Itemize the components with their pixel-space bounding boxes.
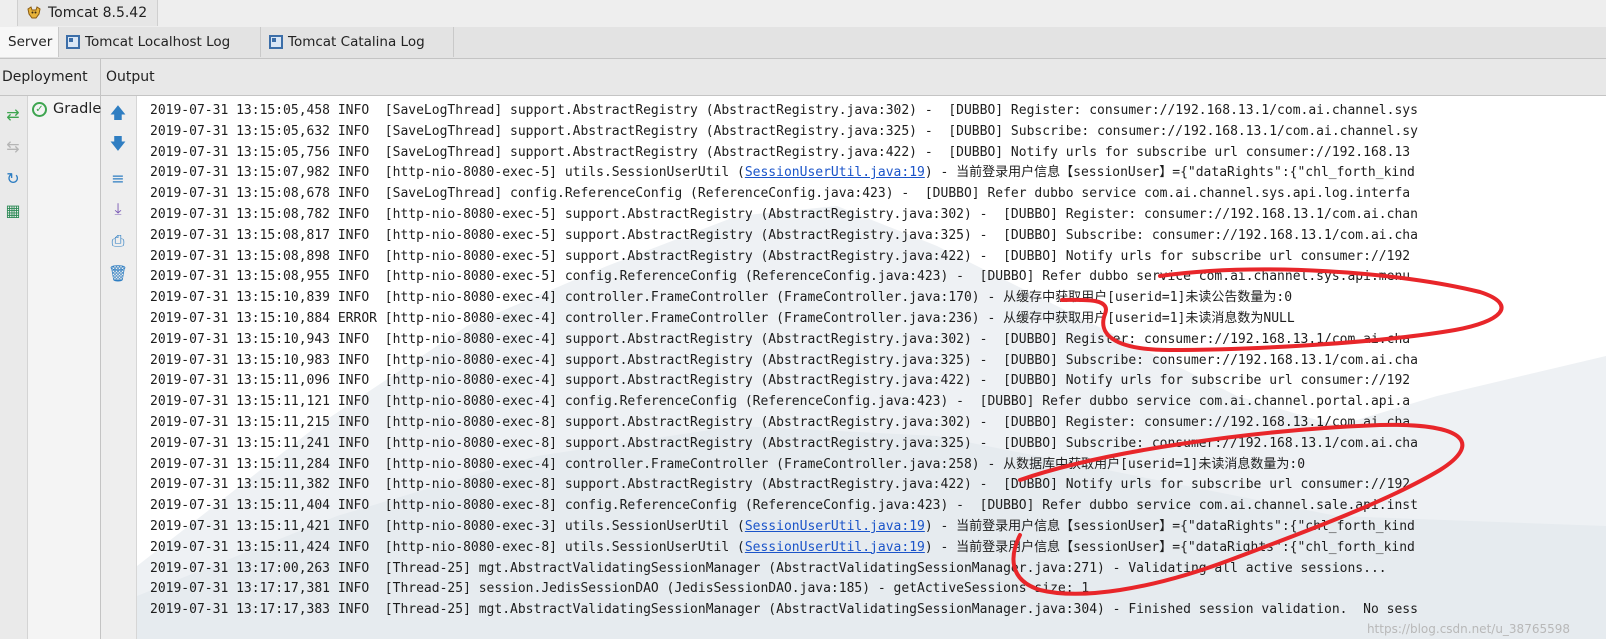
console-output[interactable]: 2019-07-31 13:15:05,458 INFO [SaveLogThr…	[137, 96, 1606, 639]
log-line: 2019-07-31 13:15:11,241 INFO [http-nio-8…	[150, 434, 1418, 454]
log-line: 2019-07-31 13:15:11,121 INFO [http-nio-8…	[150, 392, 1410, 412]
log-text: 2019-07-31 13:15:11,096 INFO [http-nio-8…	[150, 373, 1411, 389]
source-link[interactable]: SessionUserUtil.java:19	[745, 165, 925, 180]
log-line: 2019-07-31 13:15:11,421 INFO [http-nio-8…	[150, 517, 1415, 537]
log-line: 2019-07-31 13:15:11,382 INFO [http-nio-8…	[150, 475, 1410, 495]
log-line: 2019-07-31 13:15:05,756 INFO [SaveLogThr…	[150, 143, 1410, 163]
log-text: 2019-07-31 13:15:11,241 INFO [http-nio-8…	[150, 435, 1418, 451]
log-text: 2019-07-31 13:15:05,632 INFO [SaveLogThr…	[150, 123, 1418, 139]
log-line: 2019-07-31 13:15:08,678 INFO [SaveLogThr…	[150, 184, 1410, 204]
log-text: 2019-07-31 13:15:10,943 INFO [http-nio-8…	[150, 331, 1411, 347]
log-line: 2019-07-31 13:15:10,884 ERROR [http-nio-…	[150, 309, 1295, 329]
log-text: 2019-07-31 13:15:11,404 INFO [http-nio-8…	[150, 498, 1418, 514]
tab-localhost-log-label: Tomcat Localhost Log	[85, 34, 231, 50]
deployment-header-label: Deployment	[2, 69, 88, 85]
log-text: 2019-07-31 13:17:00,263 INFO [Thread-25]…	[150, 560, 1387, 576]
source-link[interactable]: SessionUserUtil.java:19	[745, 540, 925, 555]
log-text: 2019-07-31 13:15:10,884 ERROR [http-nio-…	[150, 311, 1295, 326]
log-line: 2019-07-31 13:15:10,839 INFO [http-nio-8…	[150, 288, 1292, 308]
undeploy-icon[interactable]: ⇆	[3, 136, 23, 156]
log-line: 2019-07-31 13:17:00,263 INFO [Thread-25]…	[150, 559, 1387, 579]
log-line: 2019-07-31 13:15:08,782 INFO [http-nio-8…	[150, 205, 1418, 225]
log-line: 2019-07-31 13:15:10,983 INFO [http-nio-8…	[150, 351, 1418, 371]
log-text: 2019-07-31 13:17:17,381 INFO [Thread-25]…	[150, 581, 1090, 597]
deployment-toolbar: ⇄ ⇆ ↻ ▦	[0, 96, 28, 639]
log-text: 2019-07-31 13:15:11,382 INFO [http-nio-8…	[150, 477, 1411, 493]
soft-wrap-icon[interactable]: ≡	[108, 168, 128, 188]
log-icon	[269, 35, 283, 49]
log-text: 2019-07-31 13:15:08,955 INFO [http-nio-8…	[150, 269, 1411, 285]
log-text: 2019-07-31 13:15:10,983 INFO [http-nio-8…	[150, 352, 1418, 368]
output-toolbar: 🡅 🡇 ≡ ⤓ ⎙ 🗑	[101, 96, 137, 639]
output-header-label: Output	[106, 69, 155, 85]
tab-tomcat-localhost-log[interactable]: Tomcat Localhost Log	[58, 27, 261, 57]
log-line: 2019-07-31 13:15:07,982 INFO [http-nio-8…	[150, 163, 1415, 183]
log-line: 2019-07-31 13:15:11,096 INFO [http-nio-8…	[150, 371, 1410, 391]
log-icon	[66, 35, 80, 49]
log-text: 2019-07-31 13:15:08,678 INFO [SaveLogThr…	[150, 186, 1411, 202]
log-text: ) - 当前登录用户信息【sessionUser】={"dataRights":…	[924, 519, 1415, 534]
check-icon: ✓	[32, 101, 47, 117]
log-text: 2019-07-31 13:17:17,383 INFO [Thread-25]…	[150, 602, 1418, 618]
log-text: 2019-07-31 13:15:11,284 INFO [http-nio-8…	[150, 456, 1306, 472]
log-text: 2019-07-31 13:15:08,782 INFO [http-nio-8…	[150, 207, 1418, 222]
log-line: 2019-07-31 13:15:08,898 INFO [http-nio-8…	[150, 247, 1410, 267]
deployment-header: Deployment	[0, 59, 101, 96]
tab-server-label: Server	[8, 34, 53, 50]
tomcat-icon	[27, 6, 41, 19]
deployment-pane: ⇄ ⇆ ↻ ▦ ✓ Gradle	[0, 96, 101, 639]
log-text: 2019-07-31 13:15:07,982 INFO [http-nio-8…	[150, 165, 745, 181]
run-tool-window-bar: Tomcat 8.5.42	[0, 0, 1606, 28]
log-line: 2019-07-31 13:15:10,943 INFO [http-nio-8…	[150, 330, 1410, 350]
tab-catalina-log-label: Tomcat Catalina Log	[288, 34, 425, 50]
run-tab-label: Tomcat 8.5.42	[48, 5, 148, 21]
tab-server[interactable]: Server	[0, 27, 59, 57]
log-text: 2019-07-31 13:15:08,898 INFO [http-nio-8…	[150, 248, 1411, 264]
log-line: 2019-07-31 13:15:08,955 INFO [http-nio-8…	[150, 267, 1410, 287]
log-line: 2019-07-31 13:15:11,284 INFO [http-nio-8…	[150, 455, 1305, 475]
log-line: 2019-07-31 13:15:11,404 INFO [http-nio-8…	[150, 496, 1418, 516]
deploy-all-icon[interactable]: ⇄	[3, 104, 23, 124]
log-line: 2019-07-31 13:15:08,817 INFO [http-nio-8…	[150, 226, 1418, 246]
log-text: 2019-07-31 13:15:11,424 INFO [http-nio-8…	[150, 539, 745, 555]
server-tabbar: Server Tomcat Localhost Log Tomcat Catal…	[0, 27, 1606, 59]
log-text: 2019-07-31 13:15:05,756 INFO [SaveLogThr…	[150, 144, 1411, 160]
log-line: 2019-07-31 13:17:17,381 INFO [Thread-25]…	[150, 579, 1089, 599]
log-text: ) - 当前登录用户信息【sessionUser】={"dataRights":…	[924, 539, 1415, 555]
trash-icon[interactable]: 🗑	[108, 263, 128, 283]
arrow-down-icon[interactable]: 🡇	[108, 134, 128, 156]
log-text: 2019-07-31 13:15:11,421 INFO [http-nio-8…	[150, 519, 745, 534]
watermark: https://blog.csdn.net/u_38765598	[1366, 622, 1570, 636]
print-icon[interactable]: ⎙	[108, 231, 128, 251]
scroll-to-end-icon[interactable]: ⤓	[108, 199, 128, 219]
log-line: 2019-07-31 13:15:11,424 INFO [http-nio-8…	[150, 538, 1415, 558]
artifact-icon[interactable]: ▦	[3, 200, 23, 220]
log-text: ) - 当前登录用户信息【sessionUser】={"dataRights":…	[924, 165, 1415, 181]
deployment-item-gradle[interactable]: ✓ Gradle	[32, 101, 101, 117]
log-text: 2019-07-31 13:15:10,839 INFO [http-nio-8…	[150, 290, 1293, 306]
log-line: 2019-07-31 13:15:05,458 INFO [SaveLogThr…	[150, 101, 1418, 121]
deployment-item-label: Gradle	[53, 101, 102, 117]
arrow-up-icon[interactable]: 🡅	[108, 103, 128, 125]
log-text: 2019-07-31 13:15:11,215 INFO [http-nio-8…	[150, 415, 1411, 430]
tab-tomcat-catalina-log[interactable]: Tomcat Catalina Log	[261, 27, 454, 57]
source-link[interactable]: SessionUserUtil.java:19	[745, 519, 925, 534]
log-line: 2019-07-31 13:15:05,632 INFO [SaveLogThr…	[150, 122, 1418, 142]
output-header: Output	[101, 59, 1606, 96]
log-line: 2019-07-31 13:17:17,383 INFO [Thread-25]…	[150, 600, 1418, 620]
log-text: 2019-07-31 13:15:08,817 INFO [http-nio-8…	[150, 227, 1418, 243]
run-tab-tomcat[interactable]: Tomcat 8.5.42	[17, 0, 159, 26]
log-text: 2019-07-31 13:15:11,121 INFO [http-nio-8…	[150, 394, 1411, 410]
log-text: 2019-07-31 13:15:05,458 INFO [SaveLogThr…	[150, 103, 1418, 118]
refresh-icon[interactable]: ↻	[3, 168, 23, 188]
log-line: 2019-07-31 13:15:11,215 INFO [http-nio-8…	[150, 413, 1410, 433]
